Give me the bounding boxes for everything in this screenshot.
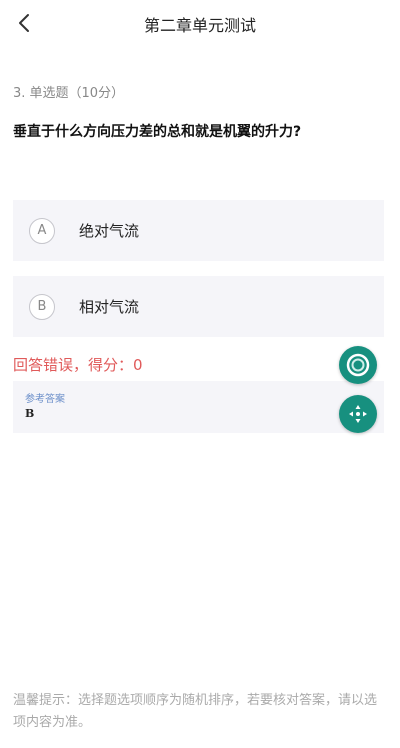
reference-answer-label: 参考答案 (25, 394, 65, 405)
move-cross-icon (349, 405, 367, 423)
score-value: 0 (133, 356, 143, 374)
page-title: 第二章单元测试 (143, 16, 256, 35)
floating-assist-button[interactable] (339, 346, 377, 384)
option-a[interactable]: A 绝对气流 (13, 200, 384, 261)
result-status: 回答错误， (13, 356, 89, 374)
answer-result: 回答错误，得分：0 (13, 354, 143, 375)
option-text: 绝对气流 (79, 222, 140, 240)
option-text: 相对气流 (79, 298, 140, 316)
reference-answer-value: B (25, 407, 35, 420)
option-letter: A (29, 217, 55, 244)
quiz-page: 第二章单元测试 3. 单选题（10分） 垂直于什么方向压力差的总和就是机翼的升力… (0, 0, 400, 748)
question-meta: 3. 单选题（10分） (13, 86, 125, 101)
ring-icon (346, 353, 370, 377)
floating-move-button[interactable] (339, 395, 377, 433)
reference-answer-box: 参考答案 B (13, 381, 384, 433)
option-letter: B (29, 293, 55, 320)
score-label: 得分： (88, 356, 134, 374)
option-b[interactable]: B 相对气流 (13, 276, 384, 337)
question-text: 垂直于什么方向压力差的总和就是机翼的升力? (13, 124, 302, 140)
header: 第二章单元测试 (0, 0, 400, 46)
tip-text: 温馨提示：选择题选项顺序为随机排序，若要核对答案，请以选项内容为准。 (13, 693, 378, 730)
